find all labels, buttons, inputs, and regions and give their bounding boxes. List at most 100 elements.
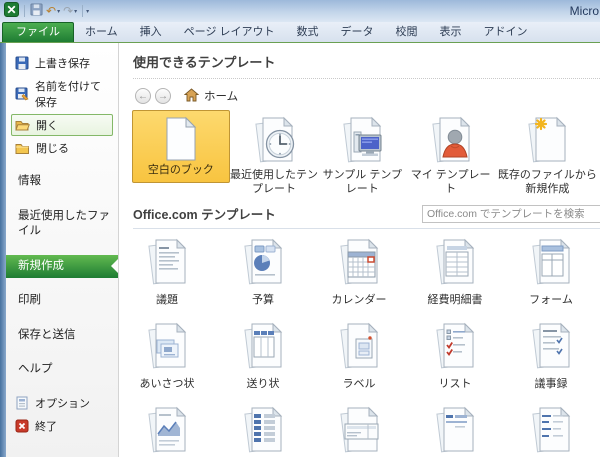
sidebar-item-print[interactable]: 印刷 (6, 289, 118, 313)
ribbon-tab-review[interactable]: 校閲 (385, 22, 429, 42)
template-category-reports[interactable]: レポート (407, 402, 503, 457)
sample-templates-icon (337, 115, 387, 165)
home-button[interactable]: ホーム (184, 88, 238, 105)
ribbon-tab-data[interactable]: データ (330, 22, 385, 42)
sidebar-item-save[interactable]: 上書き保存 (11, 52, 113, 74)
template-category-minutes[interactable]: 議事録 (503, 318, 599, 402)
template-category-label: 経費明細書 (428, 291, 483, 307)
sidebar-item-save-as[interactable]: 名前を付けて保存 (11, 75, 113, 113)
template-category-plans[interactable]: 計画 (119, 402, 215, 457)
undo-dropdown-icon[interactable]: ▾ (57, 8, 60, 15)
form-icon (526, 236, 576, 288)
save-icon (15, 56, 29, 70)
sidebar-item-info[interactable]: 情報 (6, 170, 118, 194)
template-category-expense-reports[interactable]: 経費明細書 (407, 234, 503, 318)
qat-separator (24, 5, 25, 17)
template-label: サンプル テンプレート (318, 169, 406, 197)
sidebar-item-help[interactable]: ヘルプ (6, 358, 118, 382)
sidebar-item-label: 終了 (35, 418, 57, 434)
template-category-label: フォーム (529, 291, 573, 307)
home-icon (184, 88, 199, 105)
template-recent-templates[interactable]: 最近使用したテンプレート (230, 110, 318, 197)
available-templates-row: 空白のブック最近使用したテンプレートサンプル テンプレートマイ テンプレート既存… (132, 110, 600, 197)
plan-icon (142, 404, 192, 456)
sidebar-item-close[interactable]: 閉じる (11, 137, 113, 159)
ribbon-tab-view[interactable]: 表示 (429, 22, 473, 42)
ribbon-tab-insert[interactable]: 挿入 (129, 22, 173, 42)
greeting-icon (142, 320, 192, 372)
sidebar-item-recent[interactable]: 最近使用したファイル (6, 205, 118, 244)
minutes-icon (526, 320, 576, 372)
template-category-label: 送り状 (247, 375, 280, 391)
sidebar-item-label: 開く (36, 117, 58, 133)
template-search-input[interactable] (422, 205, 600, 223)
backstage-sidebar: 上書き保存名前を付けて保存開く閉じる情報最近使用したファイル新規作成印刷保存と送… (0, 43, 119, 457)
template-new-from-existing[interactable]: 既存のファイルから新規作成 (495, 110, 600, 197)
backstage-content: 使用できるテンプレート ← → ホーム 空白のブック最近使用したテンプレートサン… (119, 43, 600, 457)
save-button[interactable] (30, 3, 43, 19)
sidebar-item-open[interactable]: 開く (11, 114, 113, 136)
ribbon-tab-file[interactable]: ファイル (2, 22, 74, 42)
template-category-budgets[interactable]: 予算 (215, 234, 311, 318)
customize-toolbar-dropdown-icon[interactable]: ▾ (86, 8, 89, 15)
template-category-invoices[interactable]: 送り状 (215, 318, 311, 402)
save-as-icon (15, 87, 29, 101)
sidebar-item-label: 上書き保存 (35, 55, 90, 71)
exit-icon (15, 419, 29, 433)
list-icon (430, 320, 480, 372)
template-category-lists[interactable]: リスト (407, 318, 503, 402)
template-category-greeting-cards[interactable]: あいさつ状 (119, 318, 215, 402)
officecom-template-grid: 議題 予算カレンダー経費明細書 フォームあいさつ状 送り状 ラベルリスト 議事録計画手帳受… (119, 234, 600, 457)
template-category-labels[interactable]: ラベル (311, 318, 407, 402)
quick-access-toolbar: ↶▾ ↷▾ ▾ (4, 2, 89, 20)
template-category-resumes[interactable]: 履歴書 (503, 402, 599, 457)
window-left-edge (0, 43, 6, 457)
sidebar-item-label: 名前を付けて保存 (35, 78, 109, 110)
ribbon-tab-formulas[interactable]: 数式 (286, 22, 330, 42)
receipt-icon (334, 404, 384, 456)
template-category-agendas[interactable]: 議題 (119, 234, 215, 318)
redo-button[interactable]: ↷ (63, 5, 73, 17)
template-category-label: 議題 (156, 291, 178, 307)
template-category-label: 議事録 (535, 375, 568, 391)
template-category-receipts[interactable]: 受領書 (311, 402, 407, 457)
sidebar-item-options[interactable]: オプション (11, 392, 113, 414)
label-icon (334, 320, 384, 372)
title-bar: ↶▾ ↷▾ ▾ Micro (0, 0, 600, 22)
template-category-forms[interactable]: フォーム (503, 234, 599, 318)
undo-button[interactable]: ↶ (46, 5, 56, 17)
excel-logo-icon (4, 2, 19, 20)
template-category-label: リスト (439, 375, 472, 391)
blank-workbook-icon (161, 115, 201, 162)
backstage-view: 上書き保存名前を付けて保存開く閉じる情報最近使用したファイル新規作成印刷保存と送… (0, 43, 600, 457)
options-icon (15, 396, 29, 410)
sidebar-item-exit[interactable]: 終了 (11, 415, 113, 437)
template-sample-templates[interactable]: サンプル テンプレート (318, 110, 406, 197)
redo-dropdown-icon[interactable]: ▾ (74, 8, 77, 15)
ribbon-tab-add-ins[interactable]: アドイン (473, 22, 539, 42)
ribbon-tab-page-layout[interactable]: ページ レイアウト (173, 22, 286, 42)
expense-icon (430, 236, 480, 288)
template-category-label: あいさつ状 (140, 375, 195, 391)
back-button[interactable]: ← (135, 88, 151, 104)
sidebar-item-label: 閉じる (36, 140, 69, 156)
template-my-templates[interactable]: マイ テンプレート (406, 110, 494, 197)
sidebar-footer: オプション終了 (0, 392, 118, 437)
template-blank-workbook[interactable]: 空白のブック (132, 110, 230, 183)
template-label: マイ テンプレート (406, 169, 494, 197)
back-icon: ← (138, 91, 148, 102)
recent-templates-icon (249, 115, 299, 165)
forward-button[interactable]: → (155, 88, 171, 104)
officecom-title: Office.com テンプレート (133, 204, 276, 223)
sidebar-item-save-send[interactable]: 保存と送信 (6, 324, 118, 348)
forward-icon: → (158, 91, 168, 102)
ribbon-tab-home[interactable]: ホーム (74, 22, 129, 42)
sidebar-item-new[interactable]: 新規作成 (6, 255, 118, 279)
my-templates-icon (426, 115, 476, 165)
calendar-icon (334, 236, 384, 288)
qat-separator (82, 5, 83, 17)
template-label: 最近使用したテンプレート (230, 169, 318, 197)
breadcrumb-home-label: ホーム (204, 88, 238, 104)
template-category-planners[interactable]: 手帳 (215, 402, 311, 457)
template-category-calendars[interactable]: カレンダー (311, 234, 407, 318)
